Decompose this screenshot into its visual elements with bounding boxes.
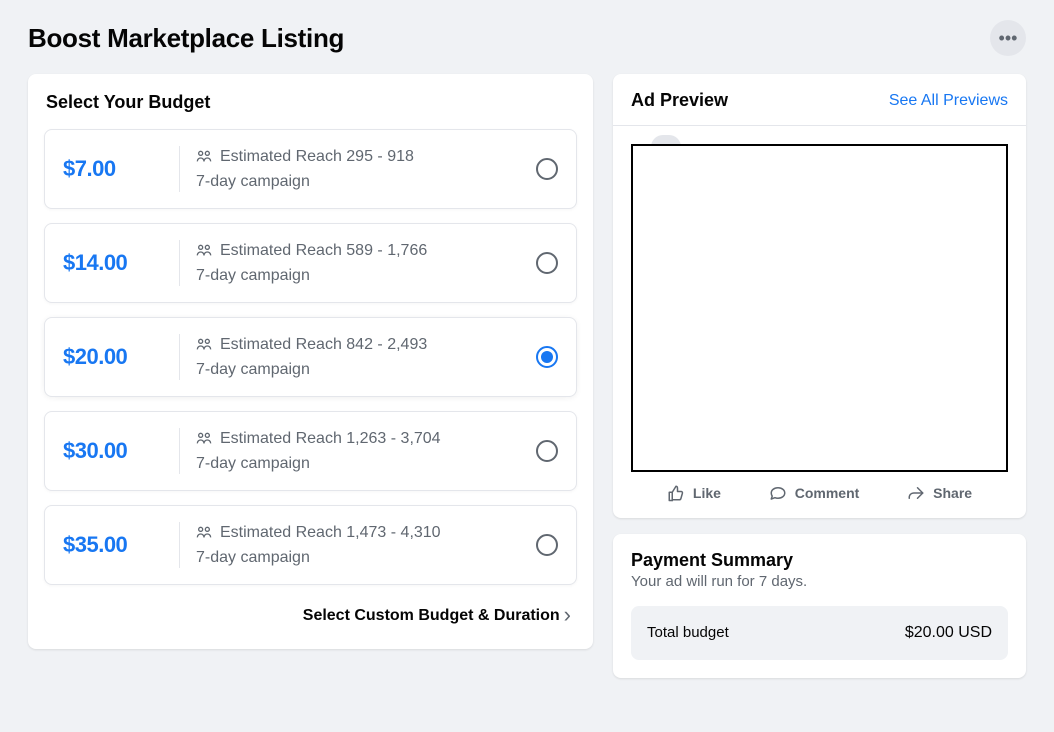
share-icon (907, 484, 925, 502)
custom-budget-label: Select Custom Budget & Duration (303, 607, 560, 625)
share-label: Share (933, 485, 972, 501)
total-budget-row: Total budget $20.00 USD (631, 606, 1008, 660)
budget-option-duration: 7-day campaign (196, 173, 536, 191)
budget-option-reach: Estimated Reach 295 - 918 (220, 148, 414, 166)
budget-option[interactable]: $14.00 Estimated Reach 589 - 1,766 7-day… (44, 223, 577, 303)
radio-button[interactable] (536, 158, 558, 180)
people-icon (196, 242, 212, 261)
people-icon (196, 524, 212, 543)
budget-option-price: $35.00 (63, 532, 173, 558)
total-budget-value: $20.00 USD (905, 624, 992, 642)
budget-option-duration: 7-day campaign (196, 267, 536, 285)
people-icon (196, 148, 212, 167)
see-all-previews-link[interactable]: See All Previews (889, 92, 1008, 110)
share-button[interactable]: Share (907, 484, 972, 502)
people-icon (196, 336, 212, 355)
radio-button[interactable] (536, 534, 558, 556)
budget-card: Select Your Budget $7.00 Estimated Reach… (28, 74, 593, 649)
budget-option-price: $7.00 (63, 156, 173, 182)
page-title: Boost Marketplace Listing (28, 23, 344, 54)
payment-summary-title: Payment Summary (631, 550, 1008, 571)
divider (179, 522, 180, 568)
budget-section-title: Select Your Budget (44, 92, 577, 113)
budget-option-price: $30.00 (63, 438, 173, 464)
custom-budget-link[interactable]: Select Custom Budget & Duration › (44, 603, 577, 629)
ad-preview-frame (631, 144, 1008, 472)
ellipsis-icon: ••• (999, 29, 1018, 47)
radio-button[interactable] (536, 346, 558, 368)
divider (179, 334, 180, 380)
comment-button[interactable]: Comment (769, 484, 860, 502)
budget-option[interactable]: $30.00 Estimated Reach 1,263 - 3,704 7-d… (44, 411, 577, 491)
divider (179, 428, 180, 474)
budget-option-duration: 7-day campaign (196, 455, 536, 473)
chevron-right-icon: › (564, 602, 571, 628)
budget-option-reach: Estimated Reach 1,263 - 3,704 (220, 430, 441, 448)
budget-option[interactable]: $7.00 Estimated Reach 295 - 918 7-day ca… (44, 129, 577, 209)
budget-option[interactable]: $35.00 Estimated Reach 1,473 - 4,310 7-d… (44, 505, 577, 585)
budget-option[interactable]: $20.00 Estimated Reach 842 - 2,493 7-day… (44, 317, 577, 397)
like-label: Like (693, 485, 721, 501)
budget-option-price: $20.00 (63, 344, 173, 370)
divider (179, 240, 180, 286)
budget-option-duration: 7-day campaign (196, 549, 536, 567)
like-button[interactable]: Like (667, 484, 721, 502)
budget-option-reach: Estimated Reach 1,473 - 4,310 (220, 524, 441, 542)
comment-label: Comment (795, 485, 860, 501)
budget-option-price: $14.00 (63, 250, 173, 276)
budget-option-reach: Estimated Reach 589 - 1,766 (220, 242, 427, 260)
radio-button[interactable] (536, 252, 558, 274)
payment-summary-card: Payment Summary Your ad will run for 7 d… (613, 534, 1026, 678)
ad-preview-title: Ad Preview (631, 90, 728, 111)
payment-summary-subtitle: Your ad will run for 7 days. (631, 573, 1008, 590)
thumbs-up-icon (667, 484, 685, 502)
budget-option-reach: Estimated Reach 842 - 2,493 (220, 336, 427, 354)
budget-option-duration: 7-day campaign (196, 361, 536, 379)
comment-icon (769, 484, 787, 502)
radio-button[interactable] (536, 440, 558, 462)
more-menu-button[interactable]: ••• (990, 20, 1026, 56)
total-budget-label: Total budget (647, 624, 729, 641)
budget-options-list: $7.00 Estimated Reach 295 - 918 7-day ca… (44, 129, 577, 585)
divider (179, 146, 180, 192)
people-icon (196, 430, 212, 449)
ad-preview-card: Ad Preview See All Previews Like (613, 74, 1026, 518)
